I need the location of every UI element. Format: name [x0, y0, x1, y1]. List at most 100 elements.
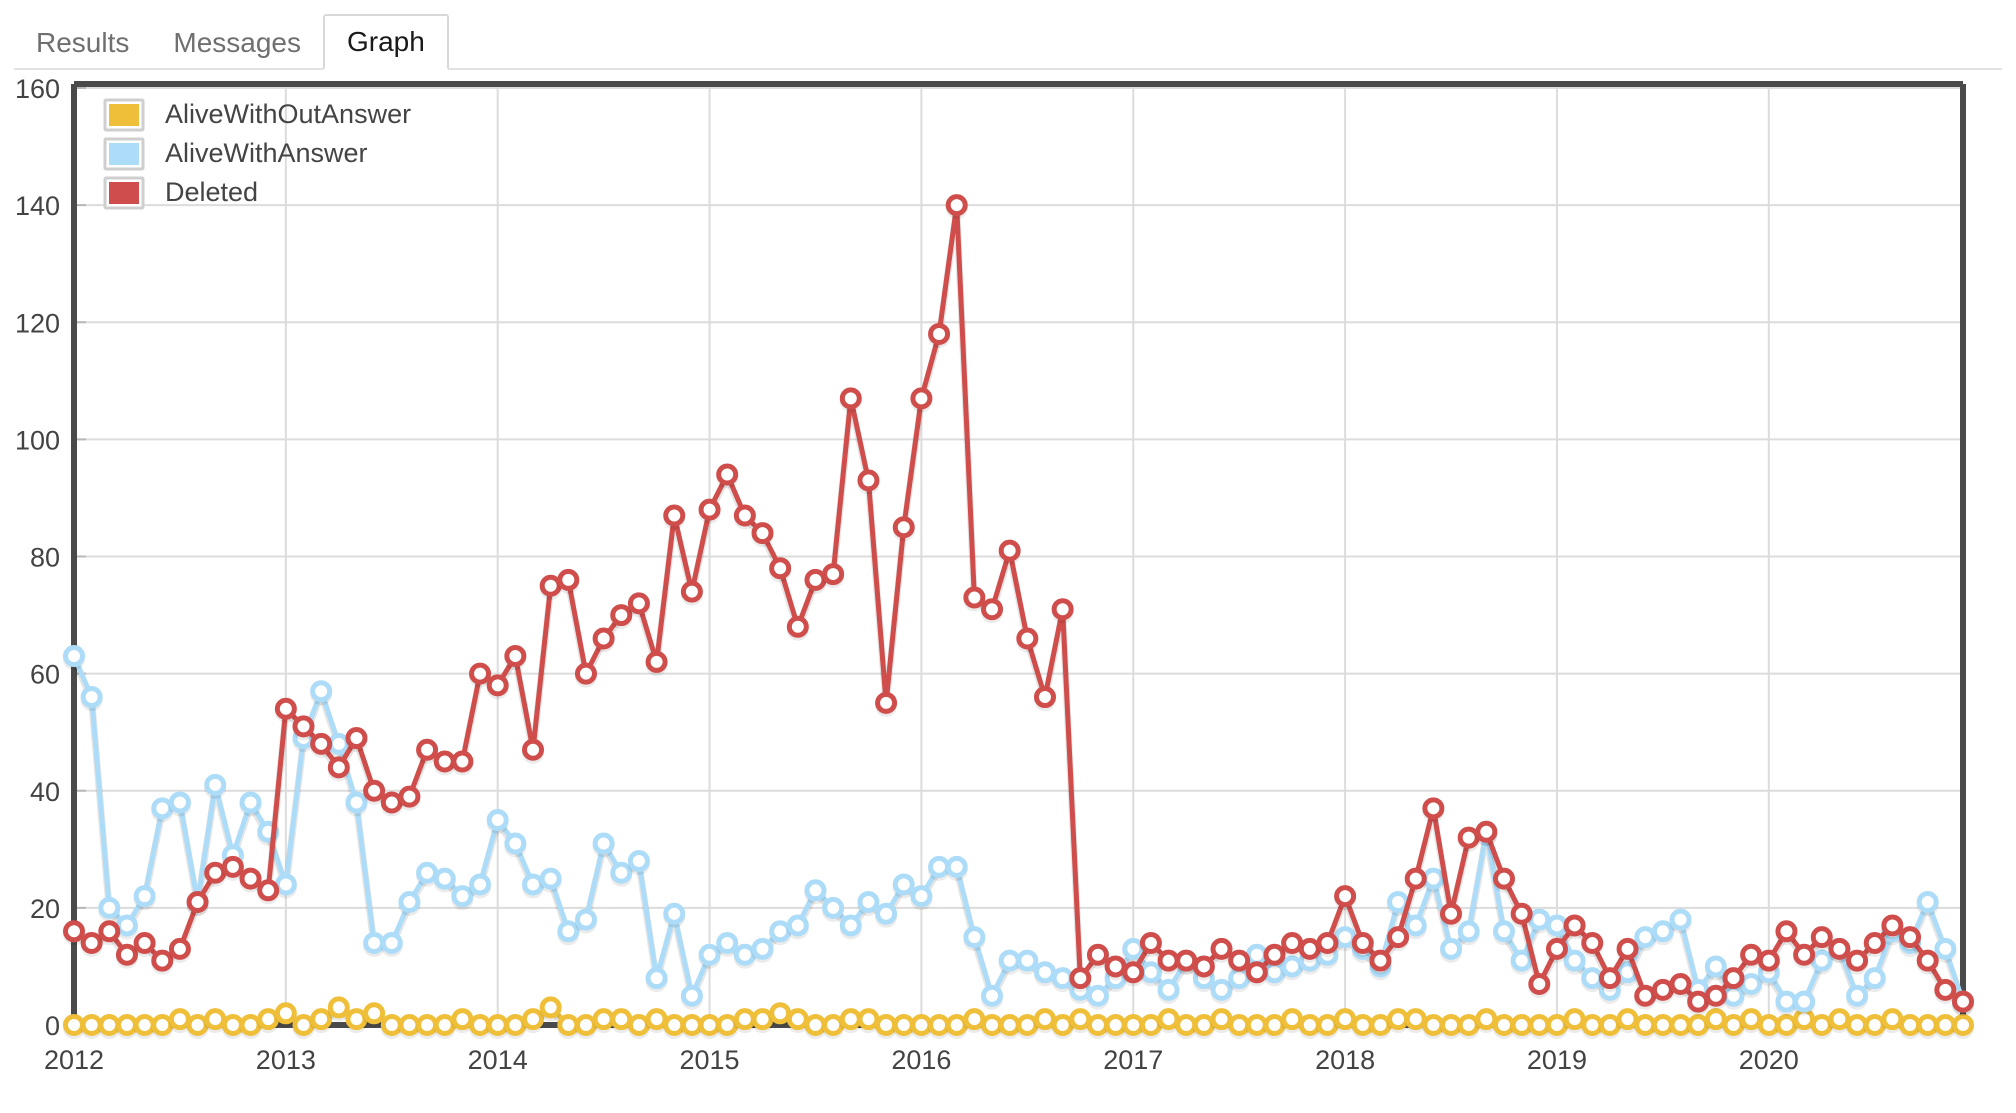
data-point[interactable] — [698, 1014, 721, 1036]
data-point[interactable] — [1828, 1008, 1851, 1031]
data-point[interactable] — [822, 896, 845, 919]
data-point[interactable] — [469, 873, 492, 896]
data-point[interactable] — [1334, 926, 1357, 949]
data-point[interactable] — [115, 914, 138, 937]
data-point[interactable] — [963, 926, 986, 949]
data-point[interactable] — [398, 1014, 421, 1036]
data-point[interactable] — [945, 855, 968, 878]
data-point[interactable] — [592, 627, 615, 650]
data-point[interactable] — [1175, 1014, 1198, 1036]
data-point[interactable] — [680, 984, 703, 1007]
data-point[interactable] — [1210, 1008, 1233, 1031]
data-point[interactable] — [168, 1008, 191, 1031]
data-point[interactable] — [839, 914, 862, 937]
line-chart[interactable]: 020406080100120140160 2012 2013 2014 2015 20… — [0, 70, 2016, 1113]
data-point[interactable] — [1740, 1008, 1763, 1031]
data-point[interactable] — [910, 387, 933, 410]
data-point[interactable] — [1016, 627, 1039, 650]
data-point[interactable] — [574, 662, 597, 685]
data-point[interactable] — [610, 604, 633, 627]
data-point[interactable] — [345, 791, 368, 814]
data-point[interactable] — [168, 791, 191, 814]
data-point[interactable] — [1634, 1014, 1657, 1036]
data-point[interactable] — [1775, 990, 1798, 1013]
data-point[interactable] — [557, 568, 580, 591]
data-point[interactable] — [892, 516, 915, 539]
data-point[interactable] — [1210, 978, 1233, 1001]
data-point[interactable] — [1016, 949, 1039, 972]
data-point[interactable] — [1899, 926, 1922, 949]
data-point[interactable] — [1916, 891, 1939, 914]
data-point[interactable] — [857, 469, 880, 492]
data-point[interactable] — [1298, 1014, 1321, 1036]
tab-graph[interactable]: Graph — [323, 14, 449, 70]
data-point[interactable] — [1934, 937, 1957, 960]
data-point[interactable] — [98, 920, 121, 943]
data-point[interactable] — [1051, 598, 1074, 621]
data-point[interactable] — [1669, 973, 1692, 996]
data-point[interactable] — [769, 920, 792, 943]
data-point[interactable] — [1492, 920, 1515, 943]
data-point[interactable] — [1051, 1014, 1074, 1036]
data-point[interactable] — [1881, 914, 1904, 937]
data-point[interactable] — [751, 522, 774, 545]
data-point[interactable] — [63, 1014, 85, 1036]
chart-legend[interactable]: AliveWithOutAnswer AliveWithAnswer Deleted — [103, 98, 411, 210]
data-point[interactable] — [1157, 1008, 1180, 1031]
data-point[interactable] — [592, 832, 615, 855]
data-point[interactable] — [627, 850, 650, 873]
data-point[interactable] — [80, 686, 103, 709]
data-point[interactable] — [1422, 797, 1445, 820]
data-point[interactable] — [1475, 820, 1498, 843]
data-point[interactable] — [327, 996, 350, 1019]
data-point[interactable] — [1457, 826, 1480, 849]
data-point[interactable] — [98, 1014, 121, 1036]
data-point[interactable] — [1687, 990, 1710, 1013]
legend-item-AliveWithAnswer[interactable]: AliveWithAnswer — [103, 137, 368, 171]
data-point[interactable] — [80, 1014, 103, 1036]
data-point[interactable] — [504, 645, 527, 668]
data-point[interactable] — [716, 1014, 739, 1036]
data-point[interactable] — [1881, 1008, 1904, 1031]
data-point[interactable] — [1916, 949, 1939, 972]
data-point[interactable] — [133, 885, 156, 908]
data-point[interactable] — [786, 615, 809, 638]
data-point[interactable] — [292, 1014, 315, 1036]
data-point[interactable] — [1704, 1008, 1727, 1031]
data-point[interactable] — [1899, 1014, 1922, 1036]
data-point[interactable] — [1828, 937, 1851, 960]
data-point[interactable] — [1404, 914, 1427, 937]
data-point[interactable] — [716, 932, 739, 955]
data-point[interactable] — [1139, 961, 1162, 984]
data-point[interactable] — [574, 1014, 597, 1036]
data-point[interactable] — [928, 322, 951, 345]
data-point[interactable] — [416, 861, 439, 884]
data-point[interactable] — [786, 1008, 809, 1031]
data-point[interactable] — [1069, 1008, 1092, 1031]
data-point[interactable] — [663, 1014, 686, 1036]
data-point[interactable] — [892, 873, 915, 896]
data-point[interactable] — [733, 943, 756, 966]
data-point[interactable] — [910, 1014, 933, 1036]
data-point[interactable] — [804, 1014, 827, 1036]
data-point[interactable] — [186, 891, 209, 914]
data-point[interactable] — [1793, 943, 1816, 966]
data-point[interactable] — [1863, 1014, 1886, 1036]
data-point[interactable] — [451, 1008, 474, 1031]
data-point[interactable] — [133, 1014, 156, 1036]
data-point[interactable] — [1581, 1014, 1604, 1036]
data-point[interactable] — [168, 937, 191, 960]
data-point[interactable] — [1528, 908, 1551, 931]
tab-results[interactable]: Results — [14, 16, 151, 70]
data-point[interactable] — [1581, 967, 1604, 990]
data-point[interactable] — [451, 750, 474, 773]
data-point[interactable] — [363, 1002, 386, 1025]
data-point[interactable] — [310, 1008, 333, 1031]
data-point[interactable] — [1740, 943, 1763, 966]
data-point[interactable] — [151, 797, 174, 820]
data-point[interactable] — [1404, 867, 1427, 890]
data-point[interactable] — [645, 967, 668, 990]
data-point[interactable] — [522, 873, 545, 896]
data-point[interactable] — [204, 1008, 227, 1031]
data-point[interactable] — [998, 1014, 1021, 1036]
